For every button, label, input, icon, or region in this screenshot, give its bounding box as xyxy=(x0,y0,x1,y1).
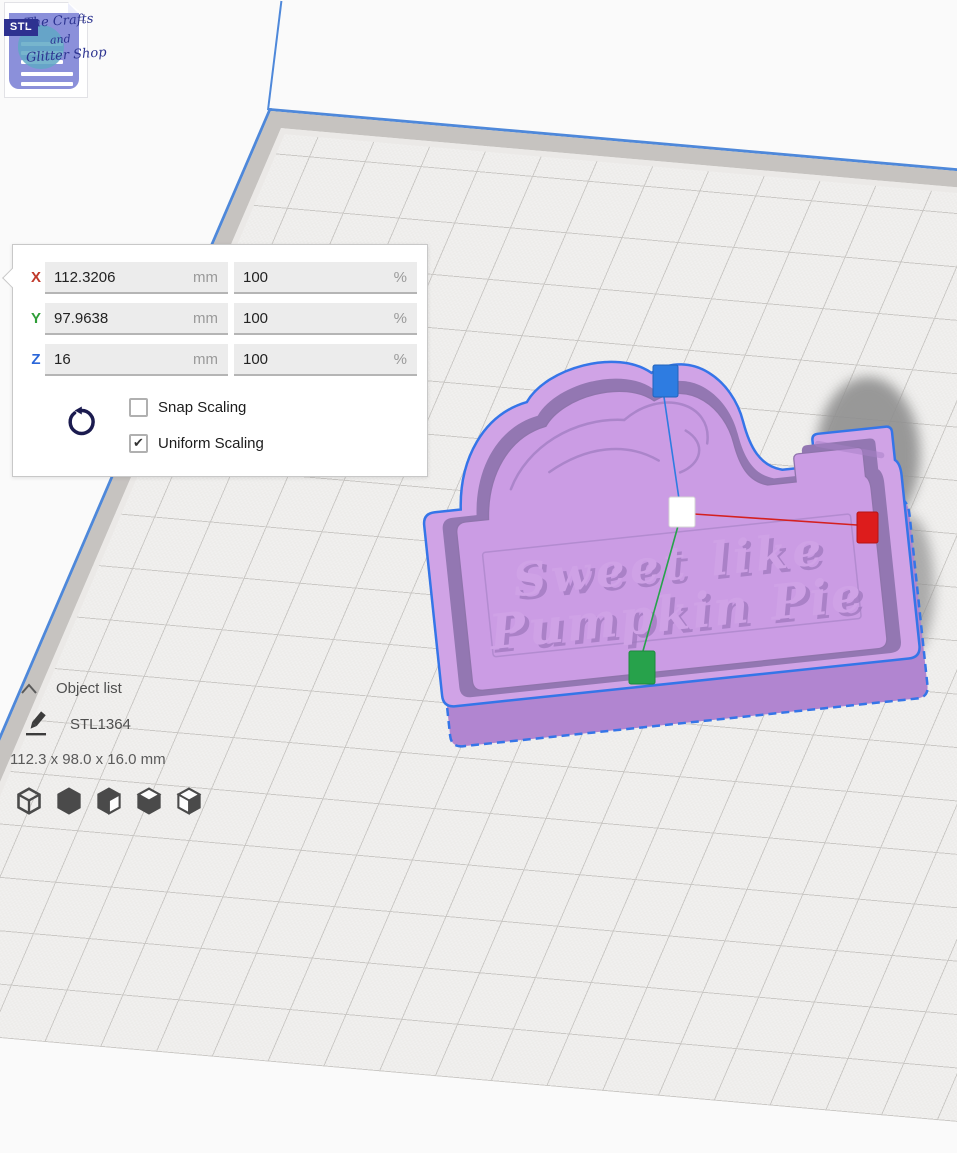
reset-icon xyxy=(65,406,97,438)
object-list-toggle[interactable]: Object list xyxy=(20,680,122,697)
z-size-input[interactable] xyxy=(45,344,228,376)
cube-front-face-icon xyxy=(95,786,123,816)
y-percent-input[interactable] xyxy=(234,303,417,335)
y-percent-field: % xyxy=(234,303,417,335)
z-percent-input[interactable] xyxy=(234,344,417,376)
axis-label-x: X xyxy=(27,262,45,294)
uniform-scaling-checkbox[interactable]: ✔ xyxy=(129,434,148,453)
build-volume-corner-line xyxy=(267,1,282,110)
view-front-button[interactable] xyxy=(54,786,84,818)
model-sweet-like-pumpkin-pie[interactable]: Sweet like Sweet like Pumpkin Pie Pumpki… xyxy=(400,325,957,737)
view-top-button[interactable] xyxy=(94,786,124,818)
x-percent-field: % xyxy=(234,262,417,294)
x-size-field: mm xyxy=(45,262,228,294)
view-left-button[interactable] xyxy=(134,786,164,818)
camera-view-toolbar xyxy=(14,786,204,818)
cube-top-face-icon xyxy=(135,786,163,816)
view-3d-button[interactable] xyxy=(14,786,44,818)
snap-scaling-label: Snap Scaling xyxy=(158,399,246,416)
cube-solid-icon xyxy=(55,786,83,816)
z-size-field: mm xyxy=(45,344,228,376)
view-right-button[interactable] xyxy=(174,786,204,818)
scale-handle-z[interactable] xyxy=(653,365,678,397)
model-dimensions-label: 112.3 x 98.0 x 16.0 mm xyxy=(10,751,166,768)
doc-line xyxy=(21,82,73,86)
object-list-label: Object list xyxy=(56,680,122,697)
reset-scale-button[interactable] xyxy=(63,405,99,441)
model-canvas: Sweet like Sweet like Pumpkin Pie Pumpki… xyxy=(400,325,957,737)
x-size-input[interactable] xyxy=(45,262,228,294)
axis-label-z: Z xyxy=(27,344,45,376)
z-percent-field: % xyxy=(234,344,417,376)
build-plate-edge-band-top xyxy=(264,111,957,235)
object-item-name: STL1364 xyxy=(70,716,131,733)
axis-label-y: Y xyxy=(27,303,45,335)
pencil-icon xyxy=(24,710,50,738)
object-list-item[interactable]: STL1364 xyxy=(24,710,131,738)
chevron-up-icon xyxy=(20,683,38,695)
y-size-field: mm xyxy=(45,303,228,335)
snap-scaling-checkbox[interactable] xyxy=(129,398,148,417)
checkmark-icon: ✔ xyxy=(133,435,144,451)
scale-handle-y[interactable] xyxy=(629,651,655,684)
scale-tool-panel: X mm % Y mm % Z mm % xyxy=(12,244,428,477)
cube-top-left-faces-icon xyxy=(175,786,203,816)
doc-line xyxy=(21,72,73,76)
y-size-input[interactable] xyxy=(45,303,228,335)
uniform-scaling-label: Uniform Scaling xyxy=(158,435,264,452)
x-percent-input[interactable] xyxy=(234,262,417,294)
scale-handle-center[interactable] xyxy=(669,497,695,527)
logo-script-line2: and xyxy=(50,32,72,46)
stl-file-logo: STL The Crafts and Glitter Shop xyxy=(4,2,88,98)
scale-handle-x[interactable] xyxy=(857,512,878,543)
cube-wireframe-icon xyxy=(15,786,43,816)
